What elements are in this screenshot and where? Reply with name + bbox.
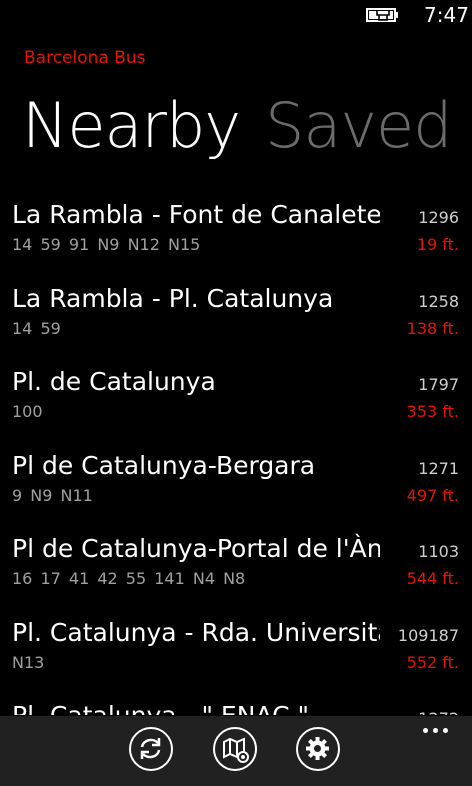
stop-routes: 14 59 91 N9 N12 N15 [12, 235, 201, 254]
stop-name: Pl de Catalunya-Portal de l'Àngel [12, 534, 380, 563]
stop-list-item[interactable]: La Rambla - Pl. Catalunya 1258 14 59 138… [0, 276, 472, 360]
stop-routes: 14 59 [12, 318, 61, 338]
stop-distance: 353 ft. [406, 402, 459, 421]
battery-charging-icon [366, 8, 398, 22]
stop-routes: 9 N9 N11 [12, 485, 93, 505]
stop-name: Pl. Catalunya - Rda. Universitat [12, 617, 380, 647]
refresh-button[interactable] [129, 727, 173, 771]
stop-distance: 138 ft. [406, 318, 459, 338]
map-button[interactable] [213, 727, 257, 771]
stop-id: 1272 [418, 709, 459, 715]
stop-list-item[interactable]: Pl. Catalunya - Rda. Universitat 109187 … [0, 610, 472, 694]
stop-name: Pl. Catalunya - " ENAC " [12, 699, 380, 715]
stop-distance: 544 ft. [406, 569, 459, 588]
stop-id: 1271 [418, 458, 459, 478]
stop-routes: N13 [12, 652, 45, 672]
settings-button[interactable] [296, 727, 340, 771]
stop-distance: 19 ft. [416, 235, 459, 254]
stop-id: 1103 [418, 542, 459, 561]
pivot-header: Nearby Saved [0, 86, 472, 166]
stop-distance: 497 ft. [406, 485, 459, 505]
stop-routes: 100 [12, 402, 43, 421]
nearby-stop-list[interactable]: La Rambla - Font de Canaletes 1296 14 59… [0, 192, 472, 715]
stop-id: 109187 [397, 625, 459, 645]
stop-list-item[interactable]: Pl. Catalunya - " ENAC " 1272 [0, 693, 472, 715]
stop-id: 1797 [418, 375, 459, 394]
stop-id: 1258 [418, 291, 459, 311]
pivot-tab-nearby[interactable]: Nearby [22, 86, 241, 166]
gear-icon [306, 737, 329, 760]
application-bar [0, 716, 472, 786]
stop-distance: 552 ft. [406, 652, 459, 672]
more-ellipsis-icon[interactable] [421, 720, 451, 740]
clock: 7:47 [424, 3, 469, 27]
stop-list-item[interactable]: La Rambla - Font de Canaletes 1296 14 59… [0, 192, 472, 276]
stop-list-item[interactable]: Pl de Catalunya-Bergara 1271 9 N9 N11 49… [0, 443, 472, 527]
app-title: Barcelona Bus [24, 48, 146, 68]
pivot-tab-saved[interactable]: Saved [265, 86, 453, 166]
stop-name: Pl de Catalunya-Bergara [12, 450, 316, 480]
stop-list-item[interactable]: Pl de Catalunya-Portal de l'Àngel 1103 1… [0, 526, 472, 610]
stop-name: La Rambla - Font de Canaletes [12, 200, 380, 229]
stop-id: 1296 [418, 208, 459, 227]
map-location-icon [223, 737, 249, 763]
stop-routes: 16 17 41 42 55 141 N4 N8 [12, 569, 246, 588]
status-bar: 7:47 [0, 0, 472, 34]
stop-name: La Rambla - Pl. Catalunya [12, 283, 334, 313]
stop-name: Pl. de Catalunya [12, 367, 216, 396]
stop-list-item[interactable]: Pl. de Catalunya 1797 100 353 ft. [0, 359, 472, 443]
refresh-icon [140, 738, 161, 759]
